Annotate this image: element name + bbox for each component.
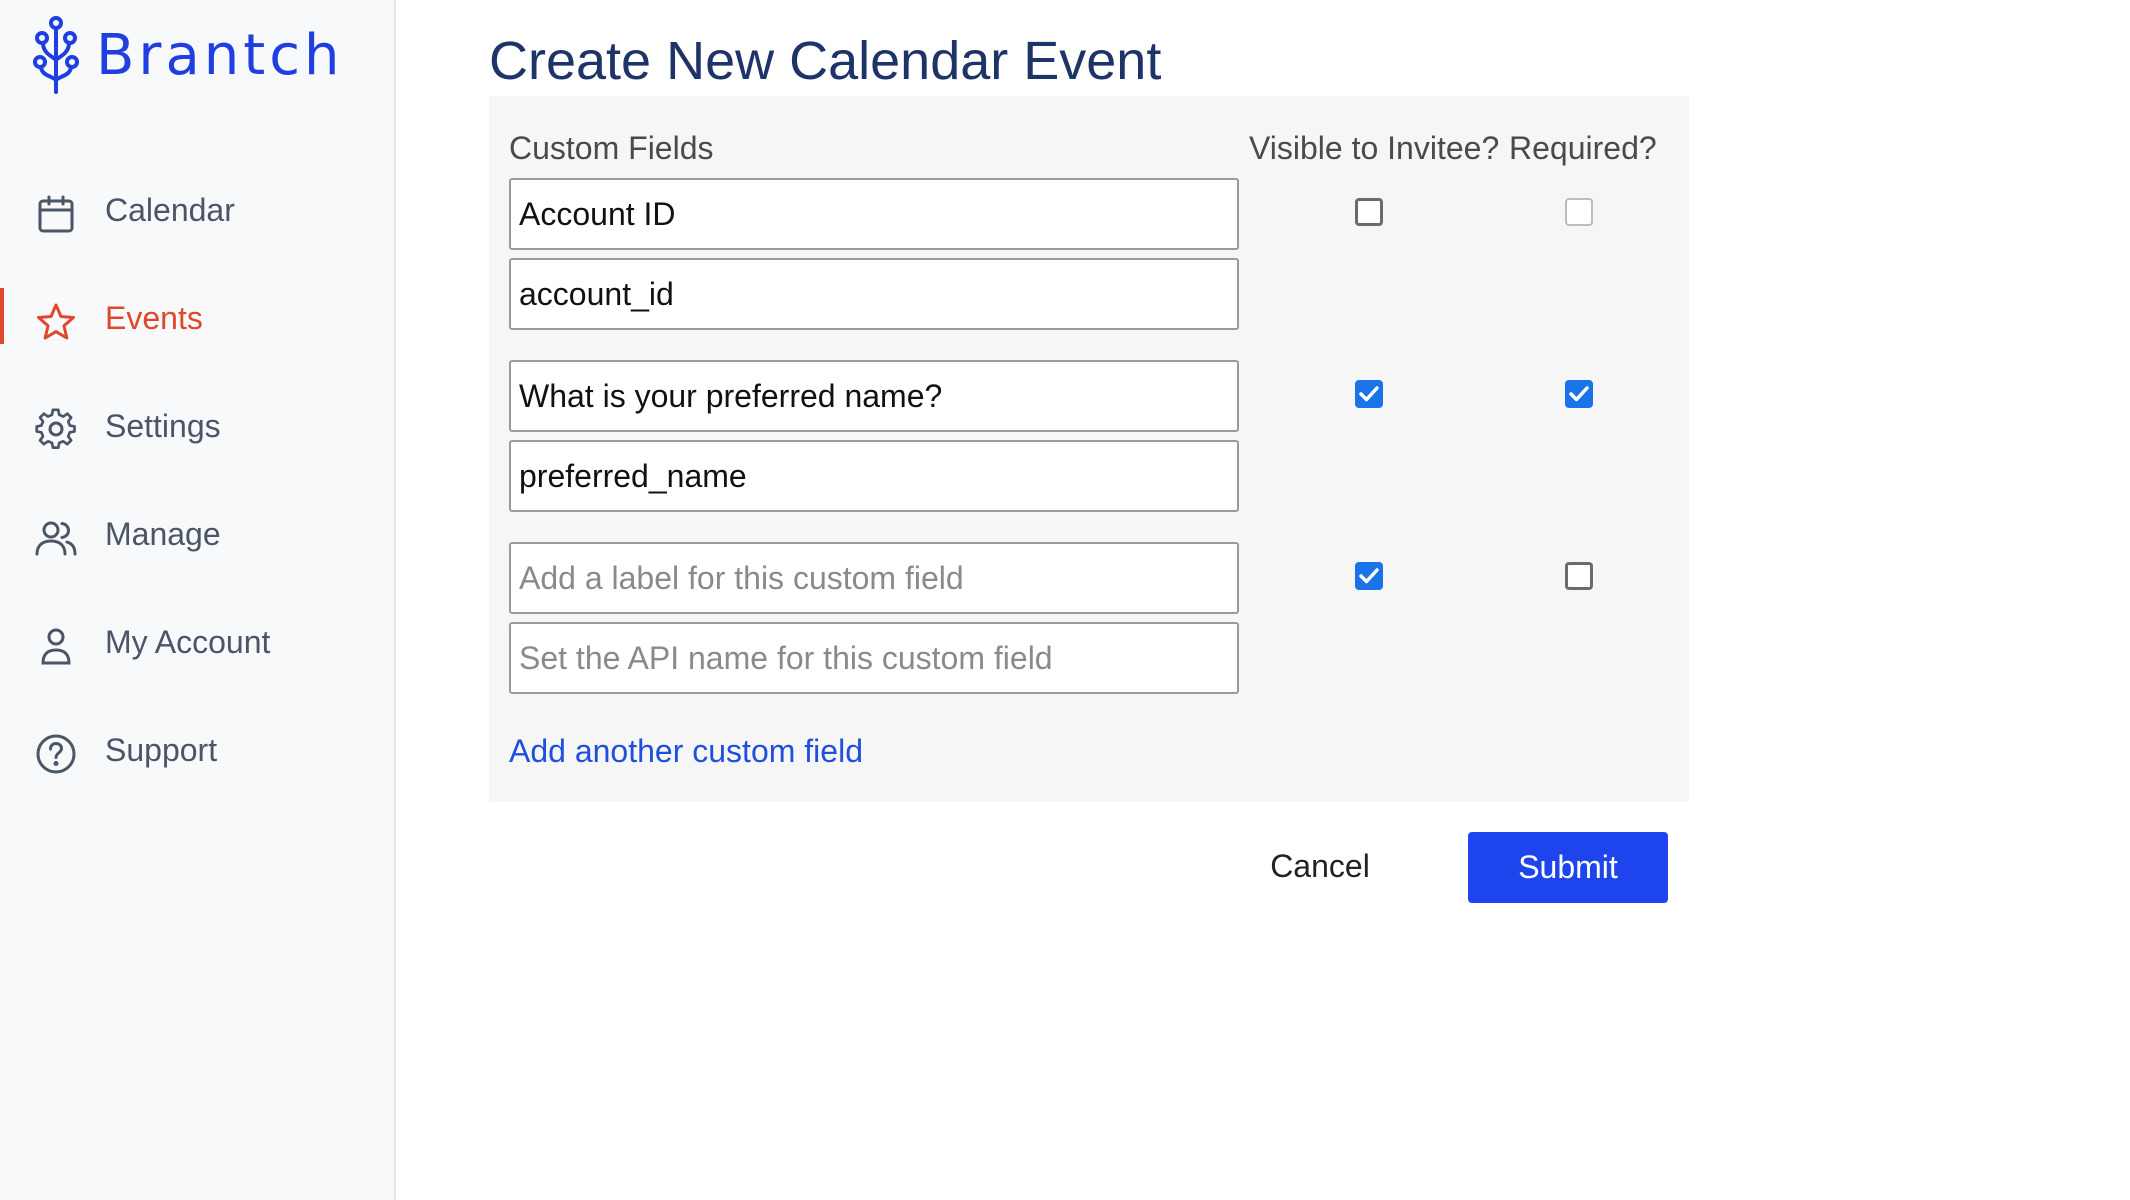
sidebar-item-label: My Account <box>105 623 271 660</box>
custom-field-label-input[interactable] <box>509 360 1239 432</box>
brand-logo[interactable]: Brantch <box>30 14 344 96</box>
add-custom-field-link[interactable]: Add another custom field <box>509 733 863 770</box>
sidebar-item-support[interactable]: Support <box>0 718 394 782</box>
user-icon <box>34 624 78 668</box>
custom-field-api-name-input[interactable] <box>509 622 1239 694</box>
branch-logo-icon <box>30 14 82 96</box>
submit-button[interactable]: Submit <box>1468 832 1668 903</box>
users-icon <box>34 516 78 560</box>
custom-field-label-input[interactable] <box>509 542 1239 614</box>
sidebar-item-my-account[interactable]: My Account <box>0 610 394 674</box>
sidebar-item-label: Settings <box>105 407 221 444</box>
visible-to-invitee-checkbox[interactable] <box>1355 380 1383 408</box>
required-checkbox[interactable] <box>1565 198 1593 226</box>
visible-to-invitee-checkbox[interactable] <box>1355 562 1383 590</box>
sidebar-item-settings[interactable]: Settings <box>0 394 394 458</box>
sidebar-item-events[interactable]: Events <box>0 286 394 350</box>
gear-icon <box>34 408 78 452</box>
visible-to-invitee-header: Visible to Invitee? <box>1249 130 1500 166</box>
calendar-icon <box>34 192 78 236</box>
checkmark-icon <box>1569 386 1589 402</box>
cancel-button[interactable]: Cancel <box>1240 830 1400 902</box>
sidebar-item-manage[interactable]: Manage <box>0 502 394 566</box>
custom-field-label-input[interactable] <box>509 178 1239 250</box>
required-header: Required? <box>1509 130 1657 166</box>
app-root: Brantch Calendar Events Settings Manage … <box>0 0 2130 1200</box>
sidebar-item-label: Manage <box>105 515 221 552</box>
sidebar-item-label: Support <box>105 731 218 768</box>
sidebar: Brantch Calendar Events Settings Manage … <box>0 0 396 1200</box>
sidebar-item-label: Calendar <box>105 191 235 228</box>
checkmark-icon <box>1359 568 1379 584</box>
star-icon <box>34 300 78 344</box>
brand-name: Brantch <box>96 22 344 88</box>
custom-fields-header: Custom Fields <box>509 130 714 166</box>
page-title: Create New Calendar Event <box>489 31 1162 91</box>
sidebar-item-label: Events <box>105 299 203 336</box>
checkmark-icon <box>1359 386 1379 402</box>
sidebar-item-calendar[interactable]: Calendar <box>0 178 394 242</box>
visible-to-invitee-checkbox[interactable] <box>1355 198 1383 226</box>
custom-field-api-name-input[interactable] <box>509 258 1239 330</box>
required-checkbox[interactable] <box>1565 562 1593 590</box>
custom-field-api-name-input[interactable] <box>509 440 1239 512</box>
required-checkbox[interactable] <box>1565 380 1593 408</box>
help-circle-icon <box>34 732 78 776</box>
